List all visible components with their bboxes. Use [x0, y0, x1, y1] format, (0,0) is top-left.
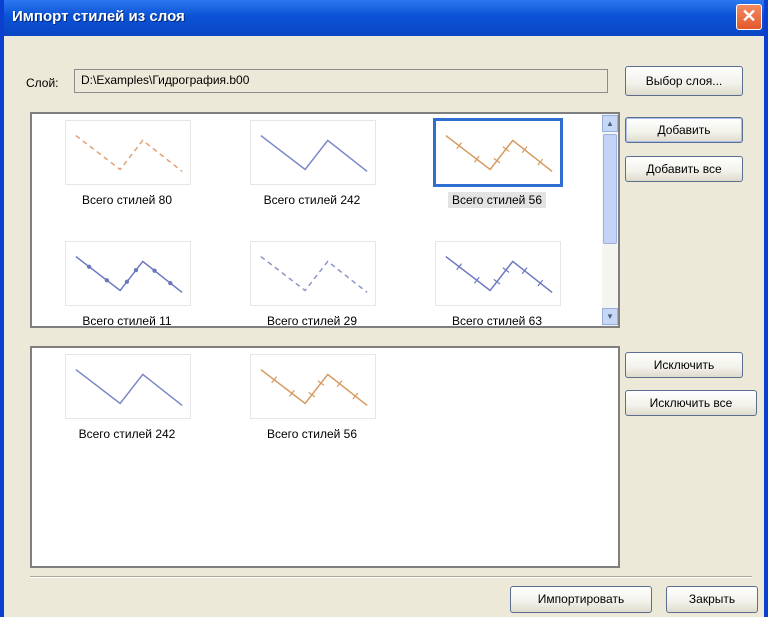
style-preview	[65, 120, 191, 185]
style-caption: Всего стилей 29	[237, 314, 387, 328]
layer-path-field[interactable]: D:\Examples\Гидрография.b00	[74, 69, 608, 93]
import-styles-dialog: Импорт стилей из слоя ✕ Слой: D:\Example…	[0, 0, 768, 617]
scroll-up-icon[interactable]: ▲	[602, 115, 618, 132]
scroll-thumb[interactable]	[603, 134, 617, 244]
scroll-down-icon[interactable]: ▼	[602, 308, 618, 325]
selected-styles-list[interactable]: Всего стилей 242 Всего стилей 56	[30, 346, 620, 568]
style-item[interactable]: Всего стилей 29	[237, 241, 387, 328]
available-styles-list[interactable]: ▲ ▼ Всего стилей 80 Всего стилей 242 Всего…	[30, 112, 620, 328]
available-list-scrollbar[interactable]: ▲ ▼	[602, 114, 618, 326]
choose-layer-button[interactable]: Выбор слоя...	[625, 66, 743, 96]
style-preview	[65, 241, 191, 306]
import-button[interactable]: Импортировать	[510, 586, 652, 613]
style-caption: Всего стилей 242	[237, 193, 387, 207]
style-caption-text: Всего стилей 11	[82, 314, 172, 328]
style-item[interactable]: Всего стилей 242	[237, 120, 387, 220]
style-item[interactable]: Всего стилей 242	[52, 354, 202, 454]
exclude-button[interactable]: Исключить	[625, 352, 743, 378]
add-all-button[interactable]: Добавить все	[625, 156, 743, 182]
style-preview	[250, 241, 376, 306]
title-bar[interactable]: Импорт стилей из слоя ✕	[4, 0, 764, 36]
style-caption: Всего стилей 80	[52, 193, 202, 207]
style-item[interactable]: Всего стилей 80	[52, 120, 202, 220]
style-caption: Всего стилей 242	[52, 427, 202, 441]
style-preview	[433, 118, 563, 187]
window-title: Импорт стилей из слоя	[12, 8, 185, 25]
style-item[interactable]: Всего стилей 11	[52, 241, 202, 328]
layer-label: Слой:	[26, 76, 59, 90]
style-preview	[65, 354, 191, 419]
exclude-all-button[interactable]: Исключить все	[625, 390, 757, 416]
style-caption-text: Всего стилей 242	[78, 427, 176, 441]
style-caption: Всего стилей 63	[422, 314, 572, 328]
style-caption-text: Всего стилей 56	[266, 427, 358, 441]
close-button[interactable]: Закрыть	[666, 586, 758, 613]
style-caption: Всего стилей 56	[422, 192, 572, 208]
style-caption: Всего стилей 56	[237, 427, 387, 441]
style-caption-text: Всего стилей 63	[451, 314, 543, 328]
style-item[interactable]: Всего стилей 63	[422, 241, 572, 328]
style-item[interactable]: Всего стилей 56	[237, 354, 387, 454]
add-button[interactable]: Добавить	[625, 117, 743, 143]
style-caption-text: Всего стилей 29	[266, 314, 358, 328]
style-preview	[250, 354, 376, 419]
style-caption-text: Всего стилей 242	[263, 193, 361, 207]
style-item[interactable]: Всего стилей 56	[422, 118, 572, 220]
style-preview	[250, 120, 376, 185]
close-icon[interactable]: ✕	[736, 4, 762, 30]
bottom-separator	[30, 576, 752, 578]
style-caption-text: Всего стилей 56	[447, 192, 547, 208]
style-caption-text: Всего стилей 80	[81, 193, 173, 207]
style-caption: Всего стилей 11	[52, 314, 202, 328]
style-preview	[435, 241, 561, 306]
